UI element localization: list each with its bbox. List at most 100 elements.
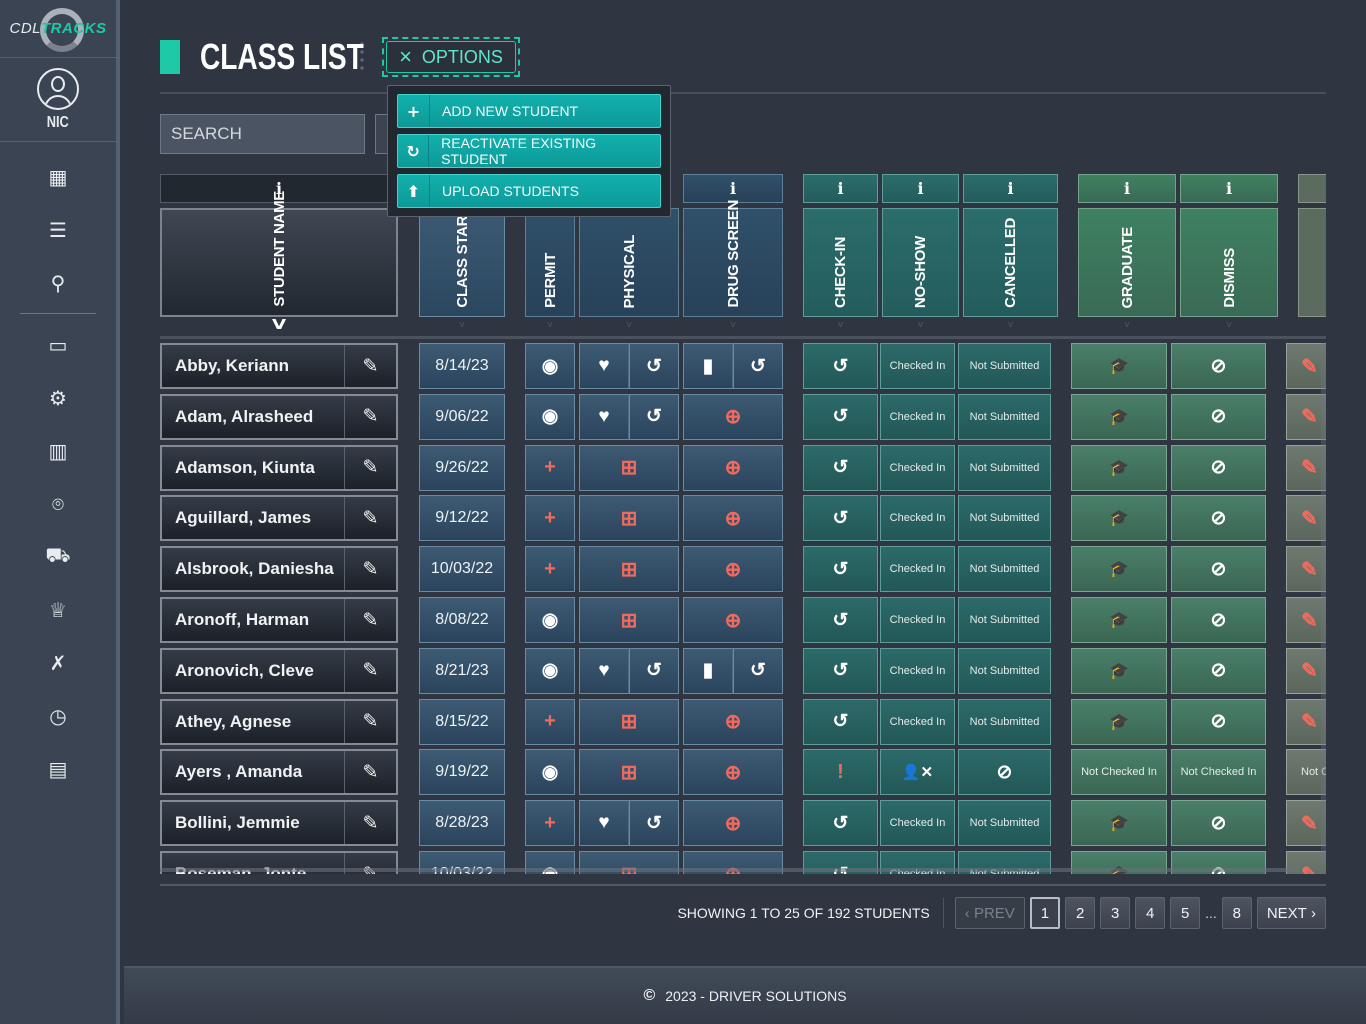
sort-chevron-down-icon[interactable]: v [419, 320, 505, 330]
extra-action-button[interactable]: ✎ [1286, 800, 1326, 847]
physical-add-button[interactable]: ⊞ [579, 597, 679, 643]
column-header-cancelled[interactable]: CANCELLED [963, 208, 1058, 317]
edit-icon[interactable]: ✎ [344, 751, 396, 794]
graduate-button[interactable]: 🎓 [1071, 495, 1167, 542]
drug-screen-reset-button[interactable]: ↺ [733, 647, 783, 694]
page-button-1[interactable]: 1 [1029, 897, 1061, 929]
menu-item-upload-students[interactable]: ⬆ UPLOAD STUDENTS [397, 174, 661, 208]
sort-chevron-down-icon[interactable]: v [683, 320, 783, 330]
graduate-button[interactable]: 🎓 [1071, 343, 1167, 389]
extra-action-button[interactable]: ✎ [1286, 698, 1326, 745]
no-show-cell[interactable]: 👤✕ [880, 749, 955, 796]
graduate-button[interactable]: 🎓 [1071, 647, 1167, 694]
extra-action-button[interactable]: ✎ [1286, 495, 1326, 542]
edit-icon[interactable]: ✎ [344, 599, 396, 641]
student-name-cell[interactable]: Aguillard, James ✎ [160, 495, 398, 542]
drug-screen-reset-button[interactable]: ↺ [733, 343, 783, 389]
column-header-extra[interactable] [1298, 208, 1326, 317]
column-header-drug-screen[interactable]: DRUG SCREEN [683, 200, 783, 317]
edit-icon[interactable]: ✎ [344, 345, 396, 387]
info-button-extra[interactable] [1298, 174, 1326, 203]
drug-screen-add-button[interactable]: ⊕ [683, 393, 783, 440]
sidebar-item-classroom[interactable]: ▭ [0, 318, 116, 371]
info-button-cancelled[interactable]: i [963, 174, 1058, 203]
physical-view-button[interactable]: ♥ [579, 393, 629, 440]
student-name-cell[interactable]: Alsbrook, Daniesha ✎ [160, 546, 398, 593]
sidebar-item-user-settings[interactable]: ⚙ [0, 371, 116, 424]
sidebar-item-clipboard[interactable]: ▤ [0, 742, 116, 795]
physical-view-button[interactable]: ♥ [579, 800, 629, 847]
check-in-button[interactable]: ↺ [803, 647, 878, 694]
drug-screen-add-button[interactable]: ⊕ [683, 749, 783, 796]
info-button-no-show[interactable]: i [882, 174, 959, 203]
check-in-button[interactable]: ↺ [803, 343, 878, 389]
student-name-cell[interactable]: Aronoff, Harman ✎ [160, 597, 398, 643]
column-header-graduate[interactable]: GRADUATE [1078, 208, 1176, 317]
check-in-button[interactable]: ↺ [803, 444, 878, 491]
check-in-button[interactable]: ↺ [803, 393, 878, 440]
student-name-cell[interactable]: Adamson, Kiunta ✎ [160, 444, 398, 491]
edit-icon[interactable]: ✎ [344, 802, 396, 845]
dismiss-button[interactable]: ⊘ [1171, 393, 1266, 440]
column-header-permit[interactable]: PERMIT [525, 208, 575, 317]
student-name-cell[interactable]: Adam, Alrasheed ✎ [160, 393, 398, 440]
sidebar-item-user-remove[interactable]: ✗ [0, 636, 116, 689]
graduate-button[interactable]: 🎓 [1071, 698, 1167, 745]
sort-chevron-down-icon[interactable]: v [1078, 320, 1176, 330]
sidebar-item-location-pin[interactable]: ⌾ [0, 477, 116, 530]
sidebar-item-grid[interactable]: ▦ [0, 150, 116, 203]
edit-icon[interactable]: ✎ [344, 395, 396, 438]
drug-screen-view-button[interactable]: ▮ [683, 647, 733, 694]
permit-button[interactable]: + [525, 800, 575, 847]
info-button-graduate[interactable]: i [1078, 174, 1176, 203]
cancelled-cell[interactable]: ⊘ [958, 749, 1051, 796]
sidebar-item-clock[interactable]: ◷ [0, 689, 116, 742]
dismiss-button[interactable]: ⊘ [1171, 698, 1266, 745]
sidebar-item-buildings[interactable]: ▥ [0, 424, 116, 477]
check-in-button[interactable]: ↺ [803, 698, 878, 745]
physical-reset-button[interactable]: ↺ [629, 343, 679, 389]
page-button-last[interactable]: 8 [1221, 897, 1252, 929]
check-in-button[interactable]: ↺ [803, 800, 878, 847]
edit-icon[interactable]: ✎ [344, 497, 396, 540]
extra-action-button[interactable]: ✎ [1286, 444, 1326, 491]
info-button-dismiss[interactable]: i [1180, 174, 1278, 203]
graduate-button[interactable]: 🎓 [1071, 444, 1167, 491]
permit-button[interactable]: ◉ [525, 647, 575, 694]
student-name-cell[interactable]: Abby, Keriann ✎ [160, 343, 398, 389]
sort-chevron-down-icon[interactable]: v [803, 320, 878, 330]
dismiss-button[interactable]: ⊘ [1171, 546, 1266, 593]
column-header-dismiss[interactable]: DISMISS [1180, 208, 1278, 317]
sort-chevron-down-icon[interactable]: v [963, 320, 1058, 330]
sidebar-item-crown[interactable]: ♕ [0, 583, 116, 636]
check-in-button[interactable]: ↺ [803, 495, 878, 542]
dismiss-button[interactable]: ⊘ [1171, 800, 1266, 847]
permit-button[interactable]: + [525, 698, 575, 745]
info-button-drug-screen[interactable]: i [683, 174, 783, 203]
dismiss-button[interactable]: ⊘ [1171, 647, 1266, 694]
physical-add-button[interactable]: ⊞ [579, 749, 679, 796]
horizontal-scrollbar[interactable] [160, 868, 1300, 872]
extra-action-button[interactable]: ✎ [1286, 597, 1326, 643]
drug-screen-add-button[interactable]: ⊕ [683, 800, 783, 847]
column-header-class-start[interactable]: CLASS START [419, 207, 505, 317]
drug-screen-add-button[interactable]: ⊕ [683, 597, 783, 643]
edit-icon[interactable]: ✎ [344, 446, 396, 489]
permit-button[interactable]: + [525, 444, 575, 491]
next-page-button[interactable]: NEXT › [1256, 897, 1326, 929]
column-header-student-name[interactable]: STUDENT NAME [160, 191, 398, 317]
sort-chevron-down-icon[interactable]: v [882, 320, 959, 330]
drug-screen-add-button[interactable]: ⊕ [683, 546, 783, 593]
graduate-button[interactable]: 🎓 [1071, 546, 1167, 593]
permit-button[interactable]: ◉ [525, 749, 575, 796]
extra-action-button[interactable]: ✎ [1286, 546, 1326, 593]
graduate-button[interactable]: 🎓 [1071, 800, 1167, 847]
student-name-cell[interactable]: Athey, Agnese ✎ [160, 698, 398, 745]
permit-button[interactable]: + [525, 546, 575, 593]
edit-icon[interactable]: ✎ [344, 649, 396, 692]
physical-reset-button[interactable]: ↺ [629, 393, 679, 440]
physical-add-button[interactable]: ⊞ [579, 546, 679, 593]
drug-screen-add-button[interactable]: ⊕ [683, 495, 783, 542]
physical-add-button[interactable]: ⊞ [579, 698, 679, 745]
page-button-5[interactable]: 5 [1170, 897, 1201, 929]
